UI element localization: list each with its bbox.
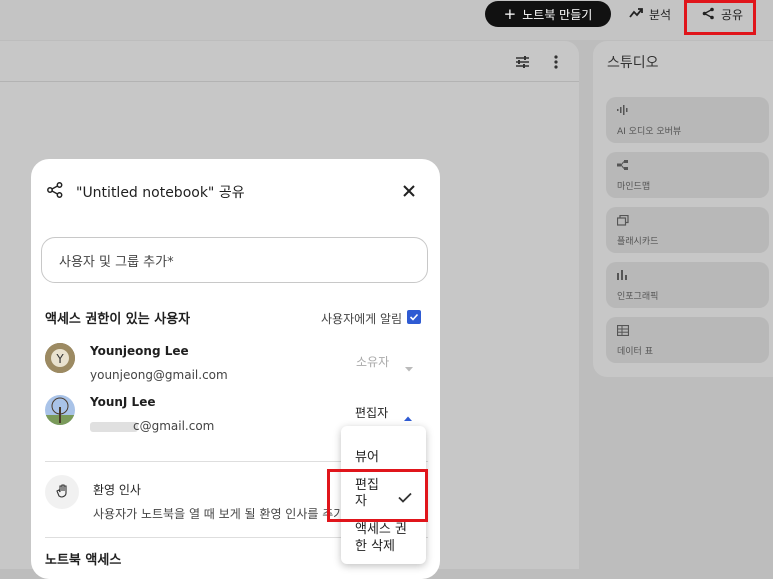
user-name: Younjeong Lee bbox=[90, 344, 189, 358]
avatar: Y bbox=[45, 343, 75, 373]
chat-panel-header bbox=[0, 41, 579, 82]
studio-card-audio[interactable]: AI 오디오 오버뷰 bbox=[606, 97, 769, 143]
welcome-description: 사용자가 노트북을 열 때 보게 될 환영 인사를 추가 bbox=[93, 507, 345, 521]
blurred-email-prefix bbox=[90, 422, 138, 432]
studio-card-label: 마인드맵 bbox=[617, 182, 651, 192]
analytics-button[interactable]: 분석 bbox=[629, 6, 671, 23]
data-table-icon bbox=[616, 324, 630, 339]
plus-icon: + bbox=[503, 4, 517, 23]
check-icon bbox=[409, 313, 419, 321]
share-highlight-box bbox=[684, 0, 756, 35]
trend-chart-icon bbox=[629, 7, 643, 22]
new-notebook-label: 노트북 만들기 bbox=[522, 7, 593, 22]
dialog-title: "Untitled notebook" 공유 bbox=[76, 185, 245, 201]
waving-hand-icon bbox=[55, 483, 69, 502]
share-icon bbox=[47, 182, 63, 202]
audio-waveform-icon bbox=[617, 105, 629, 118]
infographic-icon bbox=[617, 270, 629, 283]
chevron-up-icon[interactable] bbox=[403, 407, 413, 426]
mind-map-icon bbox=[617, 160, 629, 173]
welcome-icon-circle bbox=[45, 475, 79, 509]
tune-icon[interactable] bbox=[515, 54, 530, 73]
role-option-viewer[interactable]: 뷰어 bbox=[355, 446, 379, 465]
close-icon[interactable] bbox=[402, 183, 416, 202]
more-vert-icon[interactable] bbox=[554, 54, 558, 73]
add-people-input[interactable]: 사용자 및 그룹 추가* bbox=[41, 237, 428, 283]
editor-role-dropdown[interactable]: 편집자 bbox=[355, 404, 388, 421]
notify-label: 사용자에게 알림 bbox=[321, 312, 403, 326]
studio-card-label: AI 오디오 오버뷰 bbox=[617, 127, 682, 137]
studio-card-label: 데이터 표 bbox=[617, 347, 653, 357]
svg-text:Y: Y bbox=[55, 352, 64, 366]
studio-card-label: 플래시카드 bbox=[617, 237, 659, 247]
flashcards-icon bbox=[616, 214, 629, 229]
user-email: younjeong@gmail.com bbox=[90, 368, 228, 382]
user-email: c@gmail.com bbox=[133, 419, 215, 433]
owner-role-label: 소유자 bbox=[356, 355, 390, 369]
studio-card-datatable[interactable]: 데이터 표 bbox=[606, 317, 769, 363]
user-name: YounJ Lee bbox=[90, 395, 156, 409]
analytics-label: 분석 bbox=[649, 8, 672, 22]
access-section-title: 액세스 권한이 있는 사용자 bbox=[45, 312, 191, 327]
studio-card-mindmap[interactable]: 마인드맵 bbox=[606, 152, 769, 198]
notify-checkbox[interactable] bbox=[407, 310, 421, 324]
studio-card-flashcards[interactable]: 플래시카드 bbox=[606, 207, 769, 253]
chevron-down-icon bbox=[404, 357, 414, 376]
add-people-placeholder: 사용자 및 그룹 추가* bbox=[59, 254, 174, 270]
welcome-title: 환영 인사 bbox=[93, 483, 141, 497]
new-notebook-button[interactable]: + 노트북 만들기 bbox=[485, 1, 611, 27]
role-option-remove-access[interactable]: 액세스 권 한 삭제 bbox=[355, 521, 407, 555]
editor-highlight-box bbox=[327, 469, 428, 522]
avatar bbox=[45, 395, 75, 425]
studio-card-infographic[interactable]: 인포그래픽 bbox=[606, 262, 769, 308]
studio-title: 스튜디오 bbox=[607, 55, 659, 71]
studio-card-label: 인포그래픽 bbox=[617, 292, 659, 302]
notebook-access-title: 노트북 액세스 bbox=[45, 553, 122, 568]
